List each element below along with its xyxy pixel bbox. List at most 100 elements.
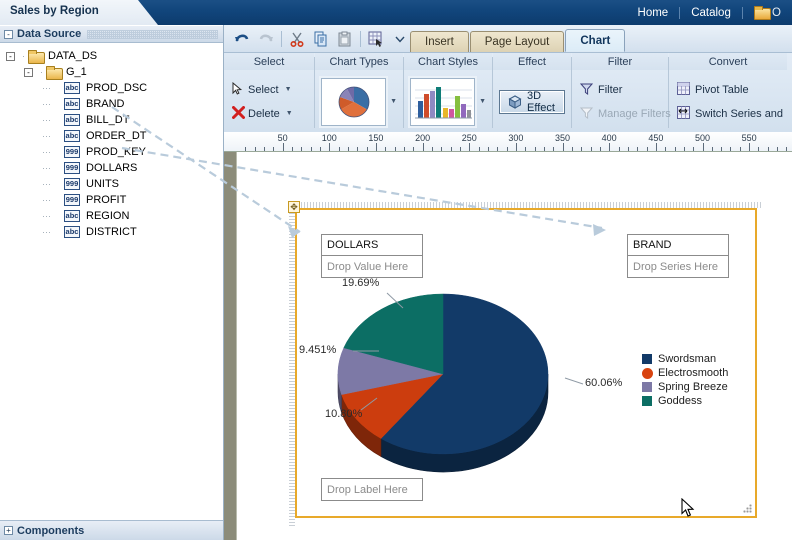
pointer-icon bbox=[232, 81, 248, 98]
ruler-label: 550 bbox=[741, 133, 757, 143]
redo-icon bbox=[254, 27, 278, 51]
series-dropzone-placeholder[interactable]: Drop Series Here bbox=[628, 256, 728, 277]
global-nav-links: Home Catalog O bbox=[627, 0, 792, 25]
tree-expander-icon[interactable]: - bbox=[6, 51, 15, 61]
pivot-table-icon bbox=[677, 81, 695, 98]
pie-chart-graphic[interactable] bbox=[325, 282, 625, 492]
expand-icon[interactable]: + bbox=[4, 526, 13, 535]
resize-grip-icon[interactable] bbox=[743, 504, 752, 513]
tree-expander-icon[interactable]: - bbox=[24, 67, 33, 77]
components-panel-header[interactable]: + Components bbox=[0, 520, 223, 540]
legend-item[interactable]: Swordsman bbox=[642, 352, 728, 366]
tree-item-dollars[interactable]: ··· 999 DOLLARS bbox=[0, 160, 223, 176]
bar-chart-thumbnail[interactable] bbox=[410, 77, 476, 126]
tab-page-layout[interactable]: Page Layout bbox=[469, 31, 565, 52]
legend-swatch-swordsman bbox=[642, 354, 652, 364]
ribbon: Insert Page Layout Chart Select Select ▼ bbox=[224, 25, 792, 132]
tree-item-g_1[interactable]: - · G_1 bbox=[0, 64, 223, 80]
ribbon-group-effect-title: Effect bbox=[493, 53, 571, 70]
tab-chart[interactable]: Chart bbox=[565, 29, 626, 52]
tree-connector: ··· bbox=[42, 179, 51, 189]
ruler-tick bbox=[599, 147, 601, 151]
filter-button[interactable]: Filter bbox=[579, 79, 622, 101]
toolbar-separator bbox=[360, 30, 361, 47]
tree-connector: ··· bbox=[42, 83, 51, 93]
toolbar-separator bbox=[281, 30, 282, 47]
tree-item-label: PROFIT bbox=[86, 194, 127, 206]
data-source-panel-header[interactable]: - Data Source bbox=[0, 25, 223, 43]
value-dropzone[interactable]: DOLLARS Drop Value Here bbox=[321, 234, 423, 278]
ruler-tick bbox=[319, 147, 321, 151]
chevron-down-icon[interactable]: ▼ bbox=[390, 98, 397, 105]
switch-series-button[interactable]: Switch Series and bbox=[677, 103, 783, 125]
nav-link-open[interactable]: O bbox=[743, 6, 792, 20]
data-source-tree[interactable]: - · DATA_DS - · G_1 ··· abc PROD_DSC ··· abc BRAND ·… bbox=[0, 44, 223, 520]
legend-item[interactable]: Spring Breeze bbox=[642, 380, 728, 394]
ruler-label: 450 bbox=[648, 133, 664, 143]
tab-insert[interactable]: Insert bbox=[410, 31, 469, 52]
tree-item-label: PROD_DSC bbox=[86, 82, 148, 94]
chart-object[interactable]: DOLLARS Drop Value Here BRAND Drop Serie… bbox=[295, 208, 757, 518]
series-dropzone[interactable]: BRAND Drop Series Here bbox=[627, 234, 729, 278]
pie-chart-thumbnail[interactable] bbox=[321, 77, 387, 126]
mouse-pointer-icon bbox=[681, 498, 695, 517]
nav-link-home[interactable]: Home bbox=[627, 7, 680, 19]
ruler-tick bbox=[291, 147, 293, 151]
quick-access-toolbar: Insert Page Layout Chart bbox=[224, 25, 792, 52]
ruler-tick bbox=[721, 147, 723, 151]
value-dropzone-placeholder[interactable]: Drop Value Here bbox=[322, 256, 422, 277]
undo-icon[interactable] bbox=[230, 27, 254, 51]
copy-icon[interactable] bbox=[309, 27, 333, 51]
nav-link-catalog[interactable]: Catalog bbox=[680, 7, 742, 19]
tree-item-units[interactable]: ··· 999 UNITS bbox=[0, 176, 223, 192]
legend-swatch-spring-breeze bbox=[642, 382, 652, 392]
ruler-tick bbox=[403, 147, 405, 151]
collapse-icon[interactable]: - bbox=[4, 29, 13, 39]
series-field-label[interactable]: BRAND bbox=[628, 235, 728, 256]
tree-item-brand[interactable]: ··· abc BRAND bbox=[0, 96, 223, 112]
ruler-tick bbox=[609, 143, 611, 151]
tree-item-prod_dsc[interactable]: ··· abc PROD_DSC bbox=[0, 80, 223, 96]
ruler-tick bbox=[655, 143, 657, 151]
move-cross-icon[interactable]: ✥ bbox=[288, 201, 300, 213]
tree-item-profit[interactable]: ··· 999 PROFIT bbox=[0, 192, 223, 208]
delete-x-icon bbox=[232, 105, 248, 122]
chevron-down-icon[interactable]: ▼ bbox=[285, 86, 292, 93]
ribbon-group-select: Select Select ▼ Delete ▼ bbox=[224, 53, 314, 133]
tree-connector: · bbox=[40, 67, 43, 77]
ribbon-group-chart-styles-title: Chart Styles bbox=[404, 53, 492, 70]
ribbon-group-filter: Filter Filter Manage Filters bbox=[572, 53, 671, 133]
cut-icon[interactable] bbox=[285, 27, 309, 51]
text-field-icon: abc bbox=[64, 98, 80, 110]
paste-icon[interactable] bbox=[333, 27, 357, 51]
value-field-label[interactable]: DOLLARS bbox=[322, 235, 422, 256]
report-page[interactable]: ✥ DOLLARS Drop Value Here BRAND Drop Ser… bbox=[236, 152, 792, 540]
tree-item-prod_key[interactable]: ··· 999 PROD_KEY bbox=[0, 144, 223, 160]
tree-item-label: DOLLARS bbox=[86, 162, 138, 174]
number-field-icon: 999 bbox=[64, 146, 80, 158]
tree-item-order_dt[interactable]: ··· abc ORDER_DT bbox=[0, 128, 223, 144]
3d-effect-button[interactable]: 3D Effect bbox=[499, 89, 565, 114]
chevron-down-icon[interactable]: ▼ bbox=[286, 110, 293, 117]
report-canvas[interactable]: ✥ DOLLARS Drop Value Here BRAND Drop Ser… bbox=[224, 152, 792, 540]
tree-item-label: BRAND bbox=[86, 98, 125, 110]
ruler-tick bbox=[665, 147, 667, 151]
ruler-tick bbox=[497, 147, 499, 151]
pivot-table-button[interactable]: Pivot Table bbox=[677, 79, 749, 101]
paste-special-icon[interactable] bbox=[364, 27, 388, 51]
legend-item[interactable]: Goddess bbox=[642, 394, 728, 408]
chevron-down-icon[interactable] bbox=[388, 27, 412, 51]
data-label-spring-breeze: 9.451% bbox=[299, 344, 337, 356]
text-field-icon: abc bbox=[64, 82, 80, 94]
delete-button[interactable]: Delete ▼ bbox=[232, 103, 293, 125]
tree-item-bill_dt[interactable]: ··· abc BILL_DT bbox=[0, 112, 223, 128]
tree-item-data_ds[interactable]: - · DATA_DS bbox=[0, 48, 223, 64]
ruler-tick bbox=[693, 147, 695, 151]
tree-item-district[interactable]: ··· abc DISTRICT bbox=[0, 224, 223, 240]
data-label-electrosmooth: 10.80% bbox=[325, 408, 363, 420]
chevron-down-icon[interactable]: ▼ bbox=[479, 98, 486, 105]
ruler-tick bbox=[459, 147, 461, 151]
select-button[interactable]: Select ▼ bbox=[232, 79, 292, 101]
tree-item-region[interactable]: ··· abc REGION bbox=[0, 208, 223, 224]
legend-item[interactable]: Electrosmooth bbox=[642, 366, 728, 380]
